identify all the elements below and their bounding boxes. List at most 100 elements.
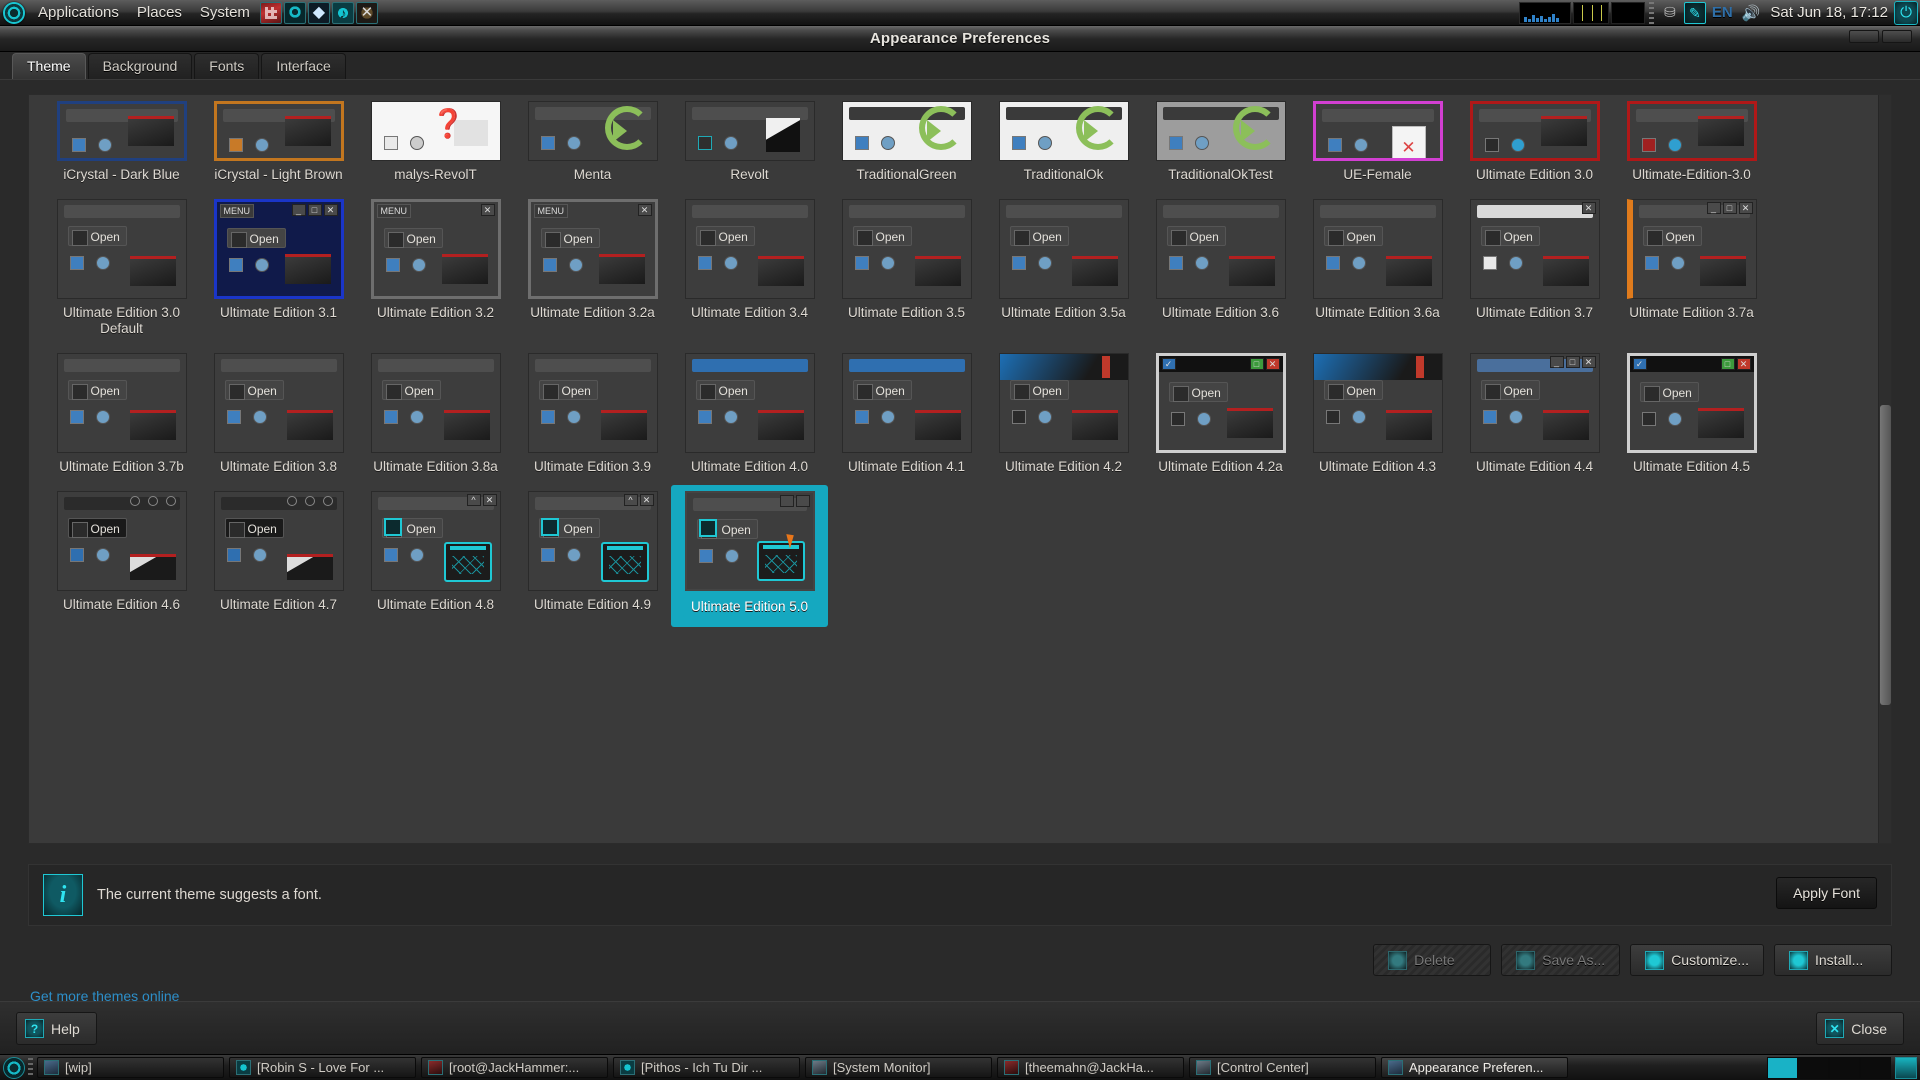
theme-thumbnail[interactable]: Open (841, 199, 972, 299)
tab-fonts[interactable]: Fonts (194, 53, 260, 79)
theme-thumbnail[interactable]: ✓ □ ✕ Open (1626, 353, 1757, 453)
theme-item[interactable]: Open Ultimate Edition 3.0 Default (43, 193, 200, 347)
tab-background[interactable]: Background (87, 53, 193, 79)
theme-thumbnail[interactable]: Open (1155, 199, 1286, 299)
taskbar-item[interactable]: Appearance Preferen... (1381, 1057, 1568, 1078)
theme-item[interactable]: ✓ □ ✕ Open Ultimate Edition 4.5 (1613, 347, 1770, 485)
maximize-button[interactable] (1882, 30, 1912, 43)
workspace-1[interactable] (1767, 1056, 1798, 1079)
theme-item[interactable]: Open Ultimate Edition 4.0 (671, 347, 828, 485)
panel-handle[interactable] (1648, 1, 1654, 24)
keyboard-layout-indicator[interactable]: EN (1707, 4, 1738, 21)
theme-item[interactable]: Ultimate-Edition-3.0 (1613, 95, 1770, 193)
menu-system[interactable]: System (191, 2, 259, 23)
theme-item[interactable]: MENU _ □ ✕ Open Ultimate Edition 3.1 (200, 193, 357, 347)
theme-thumbnail[interactable] (1312, 101, 1443, 161)
menu-places[interactable]: Places (128, 2, 191, 23)
theme-thumbnail[interactable] (56, 101, 187, 161)
gnome-foot-icon[interactable] (3, 1, 25, 24)
theme-thumbnail[interactable]: Open (213, 491, 344, 591)
music-player-icon[interactable] (331, 1, 354, 24)
theme-item[interactable]: Open Ultimate Edition 3.8 (200, 347, 357, 485)
theme-item[interactable]: ✕ Open Ultimate Edition 3.7 (1456, 193, 1613, 347)
volume-icon[interactable]: 🔊 (1738, 4, 1765, 22)
screenshot-pen-icon[interactable] (1683, 1, 1706, 24)
theme-item[interactable]: TraditionalOkTest (1142, 95, 1299, 193)
theme-thumbnail[interactable]: Open (56, 353, 187, 453)
scrollbar-thumb[interactable] (1880, 405, 1891, 705)
theme-thumbnail[interactable] (1469, 101, 1600, 161)
theme-item[interactable]: ✓ □ ✕ Open Ultimate Edition 4.2a (1142, 347, 1299, 485)
apply-font-button[interactable]: Apply Font (1776, 877, 1877, 909)
close-button[interactable]: ✕ Close (1816, 1012, 1904, 1045)
window-titlebar[interactable]: Appearance Preferences (0, 26, 1920, 52)
theme-item[interactable]: UE-Female (1299, 95, 1456, 193)
theme-item[interactable]: iCrystal - Light Brown (200, 95, 357, 193)
theme-thumbnail[interactable]: _ □ ✕ Open (1469, 353, 1600, 453)
theme-item[interactable]: TraditionalGreen (828, 95, 985, 193)
theme-item[interactable]: TraditionalOk (985, 95, 1142, 193)
tab-interface[interactable]: Interface (261, 53, 346, 79)
theme-item[interactable]: ^ ✕ Open Ultimate Edition 4.9 (514, 485, 671, 627)
show-desktop-icon[interactable] (3, 1056, 25, 1079)
theme-item[interactable]: Open Ultimate Edition 4.1 (828, 347, 985, 485)
theme-thumbnail[interactable]: ^ ✕ Open (370, 491, 501, 591)
xterm-icon[interactable] (355, 1, 378, 24)
theme-item[interactable]: Open Ultimate Edition 4.6 (43, 485, 200, 627)
theme-thumbnail[interactable]: _ □ ✕ Open (1626, 199, 1757, 299)
theme-thumbnail[interactable]: Open (998, 199, 1129, 299)
theme-thumbnail[interactable]: Open (213, 353, 344, 453)
theme-thumbnail[interactable] (213, 101, 344, 161)
taskbar-item[interactable]: [wip] (37, 1057, 224, 1078)
theme-item[interactable]: Open Ultimate Edition 3.5a (985, 193, 1142, 347)
theme-item[interactable]: ❓ malys-RevolT (357, 95, 514, 193)
theme-item[interactable]: iCrystal - Dark Blue (43, 95, 200, 193)
theme-item[interactable]: _ □ ✕ Open Ultimate Edition 3.7a (1613, 193, 1770, 347)
system-monitor-applet[interactable] (1518, 1, 1571, 24)
workspace-2[interactable] (1798, 1056, 1829, 1079)
tab-theme[interactable]: Theme (12, 53, 86, 79)
theme-thumbnail[interactable] (841, 101, 972, 161)
theme-thumbnail[interactable]: Open (56, 199, 187, 299)
theme-thumbnail[interactable]: Open (684, 491, 815, 591)
taskbar-handle[interactable] (28, 1057, 33, 1078)
theme-item[interactable]: Open Ultimate Edition 3.5 (828, 193, 985, 347)
theme-item[interactable]: Open Ultimate Edition 4.7 (200, 485, 357, 627)
minimize-button[interactable] (1849, 30, 1879, 43)
theme-thumbnail[interactable] (1626, 101, 1757, 161)
theme-item[interactable]: MENU ✕ Open Ultimate Edition 3.2 (357, 193, 514, 347)
theme-thumbnail[interactable]: Open (1312, 353, 1443, 453)
taskbar-item[interactable]: [System Monitor] (805, 1057, 992, 1078)
theme-thumbnail[interactable]: Open (684, 353, 815, 453)
workspace-3[interactable] (1829, 1056, 1860, 1079)
theme-thumbnail[interactable]: Open (841, 353, 972, 453)
theme-thumbnail[interactable]: ✓ □ ✕ Open (1155, 353, 1286, 453)
power-button-icon[interactable]: ⏻ (1894, 0, 1918, 25)
theme-thumbnail[interactable]: ❓ (370, 101, 501, 161)
theme-item[interactable]: Open Ultimate Edition 3.7b (43, 347, 200, 485)
theme-item[interactable]: _ □ ✕ Open Ultimate Edition 4.4 (1456, 347, 1613, 485)
kodi-icon[interactable] (307, 1, 330, 24)
workspace-4[interactable] (1860, 1056, 1891, 1079)
theme-thumbnail[interactable]: ^ ✕ Open (527, 491, 658, 591)
ultimate-edition-icon[interactable] (283, 1, 306, 24)
theme-thumbnail[interactable] (1155, 101, 1286, 161)
trash-icon[interactable] (1895, 1056, 1917, 1079)
theme-item[interactable]: Menta (514, 95, 671, 193)
theme-thumbnail[interactable]: MENU _ □ ✕ Open (213, 199, 344, 299)
keyboard-shortcuts-icon[interactable] (259, 1, 282, 24)
taskbar-item[interactable]: [root@JackHammer:... (421, 1057, 608, 1078)
customize-button[interactable]: Customize... (1630, 944, 1764, 976)
taskbar-item[interactable]: [theemahn@JackHa... (997, 1057, 1184, 1078)
theme-item[interactable]: Open Ultimate Edition 5.0 (671, 485, 828, 627)
theme-thumbnail[interactable]: Open (998, 353, 1129, 453)
theme-thumbnail[interactable]: Open (56, 491, 187, 591)
theme-item[interactable]: Open Ultimate Edition 3.6a (1299, 193, 1456, 347)
menu-applications[interactable]: Applications (29, 2, 128, 23)
theme-thumbnail[interactable] (684, 101, 815, 161)
theme-item[interactable]: Open Ultimate Edition 4.2 (985, 347, 1142, 485)
network-monitor-applet[interactable] (1610, 1, 1645, 24)
theme-thumbnail[interactable]: MENU ✕ Open (527, 199, 658, 299)
theme-item[interactable]: Ultimate Edition 3.0 (1456, 95, 1613, 193)
cpu-bars-applet[interactable] (1572, 1, 1609, 24)
